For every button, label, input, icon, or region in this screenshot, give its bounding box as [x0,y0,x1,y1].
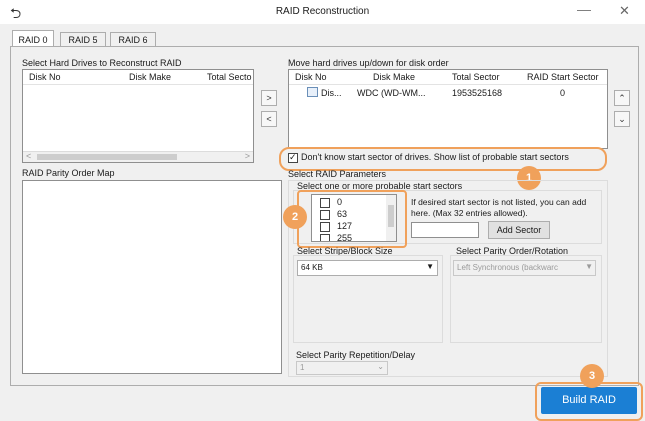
callout-badge-2: 2 [283,205,307,229]
disk-order-label: Move hard drives up/down for disk order [288,58,449,68]
scroll-thumb[interactable] [388,205,394,227]
stripe-size-select[interactable]: 64 KB ▼ [297,260,438,276]
parity-order-value: Left Synchronous (backwarc [457,263,558,272]
col-disk-no: Disk No [295,72,327,82]
col-total-sector: Total Secto [207,72,252,82]
unknown-start-checkbox[interactable] [288,152,298,163]
chevron-down-icon: ▼ [426,262,434,271]
start-sector-list[interactable]: 0 63 127 255 [311,194,397,242]
available-drives-list[interactable]: Disk No Disk Make Total Secto < > [22,69,254,163]
callout-badge-3: 3 [580,364,604,388]
raid-parameters-title: Select RAID Parameters [288,169,387,179]
sector-255: 255 [337,233,353,242]
chevron-down-icon: ⌄ [377,362,384,371]
move-down-button[interactable]: ⌄ [614,111,630,127]
sector-checkbox-0[interactable] [320,198,330,208]
add-sector-hint: If desired start sector is not listed, y… [411,197,587,218]
minimize-icon[interactable]: — [577,1,591,17]
disk-order-list[interactable]: Disk No Disk Make Total Sector RAID Star… [288,69,608,149]
vertical-scrollbar[interactable] [386,195,396,241]
row-total-sector: 1953525168 [452,88,503,98]
list-header: Disk No Disk Make Total Sector RAID Star… [289,70,607,85]
parity-repetition-value: 1 [300,363,305,372]
move-left-button[interactable]: < [261,111,277,127]
row-disk-make: WDC (WD-WM... [357,88,426,98]
parity-map-label: RAID Parity Order Map [22,168,115,178]
scroll-left-icon[interactable]: < [26,151,31,161]
hard-drive-icon [307,87,318,97]
parity-order-map [22,180,282,374]
sector-checkbox-63[interactable] [320,210,330,220]
list-header: Disk No Disk Make Total Secto [23,70,253,85]
row-start-sector: 0 [560,88,566,98]
close-icon[interactable]: ✕ [619,3,630,19]
sector-0: 0 [337,197,343,207]
scroll-right-icon[interactable]: > [245,151,250,161]
sector-127: 127 [337,221,353,231]
scroll-thumb[interactable] [37,154,177,160]
sector-input[interactable] [411,222,479,238]
parity-repetition-select[interactable]: 1 ⌄ [296,361,388,375]
unknown-start-label: Don't know start sector of drives. Show … [301,152,569,162]
raid-reconstruction-window: ⮌ RAID Reconstruction — ✕ RAID 0 RAID 5 … [0,0,645,421]
window-title: RAID Reconstruction [275,6,370,17]
chevron-down-icon: ▼ [585,262,593,271]
row-disk-no: Dis... [321,88,342,98]
sector-checkbox-127[interactable] [320,222,330,232]
move-right-button[interactable]: > [261,90,277,106]
build-raid-button[interactable]: Build RAID [541,387,637,414]
col-total-sector: Total Sector [452,72,500,82]
add-sector-button[interactable]: Add Sector [488,221,550,239]
col-disk-no: Disk No [29,72,61,82]
horizontal-scrollbar[interactable]: < > [23,151,253,162]
col-disk-make: Disk Make [129,72,172,82]
table-row[interactable]: Dis... WDC (WD-WM... 1953525168 0 [289,86,607,100]
parity-order-select[interactable]: Left Synchronous (backwarc ▼ [453,260,596,276]
parity-repetition-label: Select Parity Repetition/Delay [296,350,416,360]
sector-checkbox-255[interactable] [320,234,330,241]
move-up-button[interactable]: ⌃ [614,90,630,106]
title-bar: ⮌ RAID Reconstruction — ✕ [0,0,645,24]
col-raid-start-sector: RAID Start Sector [527,72,599,82]
col-disk-make: Disk Make [373,72,416,82]
select-drives-label: Select Hard Drives to Reconstruct RAID [22,58,182,68]
sector-63: 63 [337,209,348,219]
stripe-size-value: 64 KB [301,263,323,272]
